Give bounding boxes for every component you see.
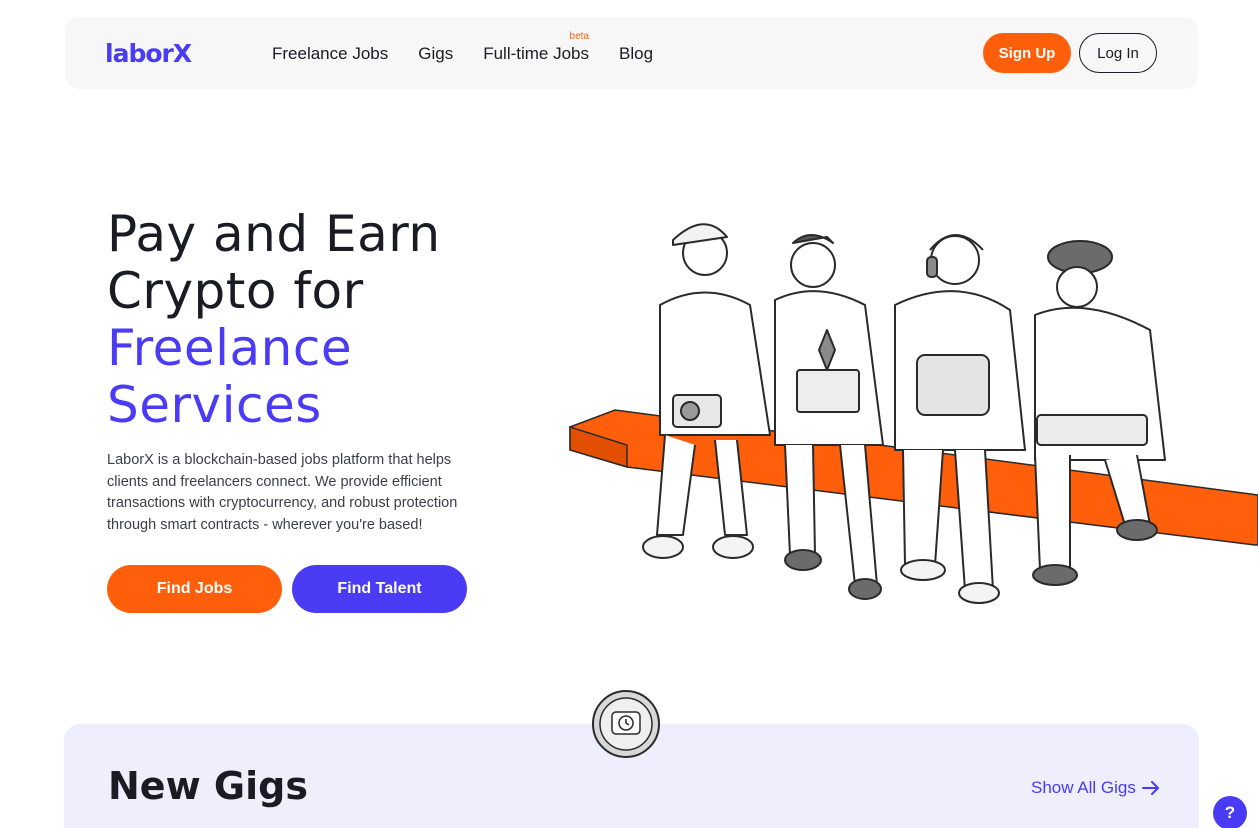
arrow-right-icon	[1141, 781, 1159, 795]
nav-link-full-time-jobs[interactable]: Full-time Jobs beta	[483, 31, 590, 64]
find-talent-button[interactable]: Find Talent	[292, 565, 467, 613]
help-button[interactable]: ?	[1213, 796, 1247, 828]
log-in-button[interactable]: Log In	[1079, 33, 1157, 73]
show-all-gigs-link[interactable]: Show All Gigs	[1031, 778, 1160, 798]
hero-description: LaborX is a blockchain-based jobs platfo…	[107, 452, 458, 533]
clock-coin-icon	[592, 690, 660, 758]
top-navbar: laborX Freelance Jobs Gigs Full-time Job…	[65, 17, 1198, 89]
hero-title-line: Pay and Earn	[107, 205, 441, 263]
nav-link-freelance-jobs[interactable]: Freelance Jobs	[272, 44, 388, 64]
beta-badge: beta	[569, 31, 590, 42]
show-all-gigs-label: Show All Gigs	[1031, 778, 1136, 797]
nav-link-blog[interactable]: Blog	[619, 44, 653, 64]
hero-title: Pay and Earn Crypto for Freelance Servic…	[107, 206, 441, 434]
laborx-logo[interactable]: laborX	[105, 39, 192, 68]
nav-link-gigs[interactable]: Gigs	[418, 44, 453, 64]
hero-illustration	[569, 223, 1258, 604]
hero-title-line: Crypto for	[107, 262, 364, 320]
find-jobs-button[interactable]: Find Jobs	[107, 565, 282, 613]
main-nav: Freelance Jobs Gigs Full-time Jobs beta …	[272, 31, 653, 64]
nav-link-full-time-jobs-label: Full-time Jobs	[483, 44, 590, 63]
sign-up-button[interactable]: Sign Up	[983, 33, 1071, 73]
new-gigs-title: New Gigs	[108, 764, 308, 808]
hero-title-accent-line: Services	[107, 376, 322, 434]
hero-title-accent-line: Freelance	[107, 319, 353, 377]
